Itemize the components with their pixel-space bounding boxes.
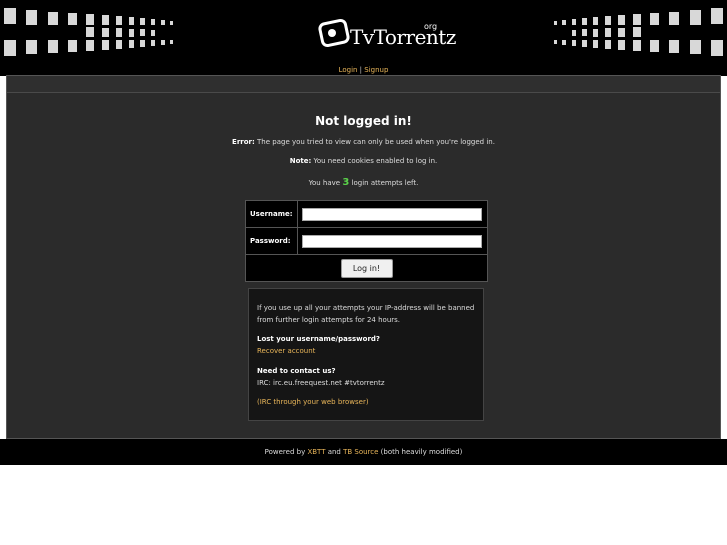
note-text: You need cookies enabled to log in. xyxy=(311,157,438,165)
username-field[interactable] xyxy=(301,207,482,221)
login-info-box: If you use up all your attempts your IP-… xyxy=(248,288,484,421)
login-form: Username: Password: Log in! xyxy=(245,200,489,282)
signup-link[interactable]: Signup xyxy=(364,66,388,74)
xbtt-link[interactable]: XBTT xyxy=(307,448,325,456)
page-title: Not logged in! xyxy=(315,114,412,128)
footer-prefix: Powered by xyxy=(264,448,308,456)
attempts-suffix: login attempts left. xyxy=(349,179,419,187)
recover-account-link[interactable]: Recover account xyxy=(257,347,315,355)
lost-password-heading: Lost your username/password? xyxy=(257,335,380,343)
site-footer: Powered by XBTT and TB Source (both heav… xyxy=(0,439,727,465)
panel-header-strip xyxy=(7,76,720,93)
footer-suffix: (both heavily modified) xyxy=(378,448,463,456)
main-content-panel: Not logged in! Error: The page you tried… xyxy=(6,75,721,439)
password-label: Password: xyxy=(245,227,298,255)
irc-web-link[interactable]: IRC through your web browser xyxy=(260,398,366,406)
site-logo-text: TvTorrentz xyxy=(350,25,456,49)
tv-wall-left-banner xyxy=(4,8,173,56)
cookie-note: Note: You need cookies enabled to log in… xyxy=(7,157,720,165)
error-text: The page you tried to view can only be u… xyxy=(254,138,495,146)
username-label: Username: xyxy=(245,200,298,228)
irc-info: IRC: irc.eu.freequest.net #tvtorrentz xyxy=(257,378,385,387)
irc-web-close-paren: ) xyxy=(365,398,369,406)
tbsource-link[interactable]: TB Source xyxy=(343,448,378,456)
note-label: Note: xyxy=(289,157,312,165)
site-logo-suffix: org xyxy=(424,22,438,31)
password-field[interactable] xyxy=(301,234,482,248)
contact-heading: Need to contact us? xyxy=(257,367,336,375)
attempts-message: You have 3 login attempts left. xyxy=(7,177,720,188)
login-button[interactable]: Log in! xyxy=(340,258,393,278)
attempts-prefix: You have xyxy=(308,179,343,187)
tv-wall-right-banner xyxy=(554,8,723,56)
ban-warning: If you use up all your attempts your IP-… xyxy=(257,304,475,324)
login-link[interactable]: Login xyxy=(339,66,358,74)
error-message: Error: The page you tried to view can on… xyxy=(7,138,720,146)
footer-and: and xyxy=(325,448,344,456)
site-header: TvTorrentz org xyxy=(0,0,727,64)
error-label: Error: xyxy=(232,138,255,146)
